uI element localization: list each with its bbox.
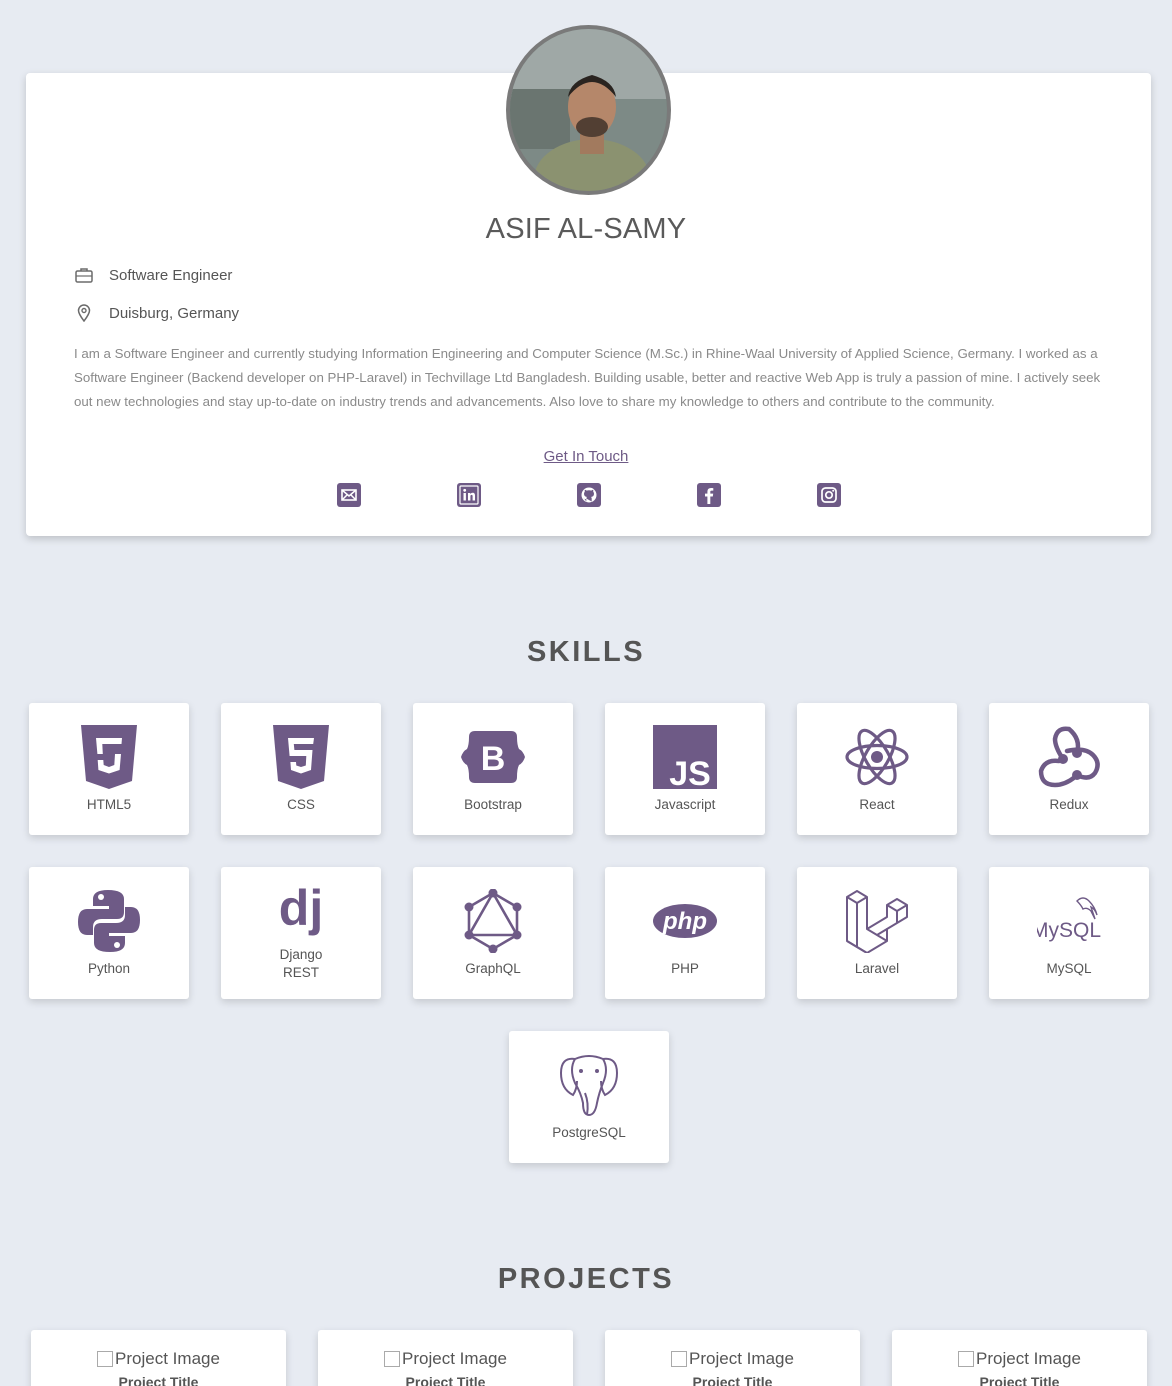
skill-card-html5: HTML5 — [29, 703, 189, 835]
projects-section-title: PROJECTS — [497, 1263, 675, 1295]
project-image: Project Image — [605, 1349, 860, 1369]
skill-label: Javascript — [654, 797, 716, 812]
briefcase-icon — [74, 265, 94, 285]
laravel-icon — [846, 890, 908, 953]
bootstrap-icon: B — [461, 731, 525, 783]
skill-label: Bootstrap — [464, 797, 522, 812]
broken-image-icon — [958, 1351, 975, 1367]
project-card[interactable]: Project Image Project Title — [318, 1330, 573, 1386]
profile-photo — [510, 29, 667, 191]
skill-card-redux: Redux — [989, 703, 1149, 835]
broken-image-icon — [671, 1351, 688, 1367]
django-icon: dj — [279, 880, 323, 936]
skill-label: MySQL — [1046, 961, 1092, 976]
python-icon — [78, 890, 140, 952]
skill-card-laravel: Laravel — [797, 867, 957, 999]
react-icon — [845, 728, 909, 786]
skill-card-react: React — [797, 703, 957, 835]
get-in-touch: Get In Touch — [0, 448, 1172, 465]
html5-icon — [81, 725, 137, 789]
job-title: Software Engineer — [109, 266, 233, 284]
skill-card-mysql: MySQL MySQL — [989, 867, 1149, 999]
svg-text:MySQL: MySQL — [1037, 919, 1101, 942]
mysql-icon: MySQL — [1037, 897, 1101, 942]
project-image: Project Image — [31, 1349, 286, 1369]
linkedin-icon[interactable] — [457, 483, 481, 507]
skill-card-javascript: JS Javascript — [605, 703, 765, 835]
svg-text:php: php — [662, 908, 707, 935]
redux-icon — [1038, 726, 1100, 788]
skill-card-django: dj Django REST — [221, 867, 381, 999]
javascript-icon: JS — [653, 725, 717, 789]
php-icon: php — [653, 904, 717, 938]
skill-label: PHP — [671, 961, 699, 976]
github-icon[interactable] — [577, 483, 601, 507]
skill-label: Redux — [1049, 797, 1089, 812]
skill-card-graphql: GraphQL — [413, 867, 573, 999]
svg-text:JS: JS — [669, 755, 711, 789]
location-row: Duisburg, Germany — [74, 303, 239, 323]
avatar — [506, 25, 671, 195]
skills-section-title: SKILLS — [526, 636, 646, 668]
skill-label: Django REST — [279, 947, 323, 980]
project-image: Project Image — [318, 1349, 573, 1369]
project-title: Project Title — [405, 1374, 486, 1386]
broken-image-icon — [97, 1351, 114, 1367]
instagram-icon[interactable] — [817, 483, 841, 507]
project-title: Project Title — [979, 1374, 1060, 1386]
skill-label: HTML5 — [86, 797, 132, 812]
svg-text:B: B — [481, 740, 506, 778]
postgresql-icon — [559, 1055, 619, 1117]
bio-text: I am a Software Engineer and currently s… — [74, 346, 1101, 409]
css3-icon — [273, 725, 329, 789]
svg-text:dj: dj — [279, 880, 323, 936]
project-card[interactable]: Project Image Project Title — [892, 1330, 1147, 1386]
skill-card-python: Python — [29, 867, 189, 999]
skill-card-css: CSS — [221, 703, 381, 835]
location-pin-icon — [74, 303, 94, 323]
project-title: Project Title — [692, 1374, 773, 1386]
skill-card-postgresql: PostgreSQL — [509, 1031, 669, 1163]
job-title-row: Software Engineer — [74, 265, 232, 285]
skill-card-bootstrap: B Bootstrap — [413, 703, 573, 835]
broken-image-icon — [384, 1351, 401, 1367]
skill-label: React — [859, 797, 895, 812]
project-card[interactable]: Project Image Project Title — [605, 1330, 860, 1386]
skill-label: GraphQL — [465, 961, 521, 976]
project-card[interactable]: Project Image Project Title — [31, 1330, 286, 1386]
project-image: Project Image — [892, 1349, 1147, 1369]
skill-label: Python — [87, 961, 131, 976]
skill-label: CSS — [287, 797, 315, 812]
profile-name: ASIF AL-SAMY — [485, 213, 687, 245]
skill-card-php: php PHP — [605, 867, 765, 999]
facebook-icon[interactable] — [697, 483, 721, 507]
email-icon[interactable] — [337, 483, 361, 507]
skill-label: Laravel — [854, 961, 900, 976]
project-title: Project Title — [118, 1374, 199, 1386]
location: Duisburg, Germany — [109, 304, 240, 322]
get-in-touch-link[interactable]: Get In Touch — [544, 448, 629, 465]
graphql-icon — [464, 889, 522, 953]
skill-label: PostgreSQL — [552, 1125, 626, 1140]
